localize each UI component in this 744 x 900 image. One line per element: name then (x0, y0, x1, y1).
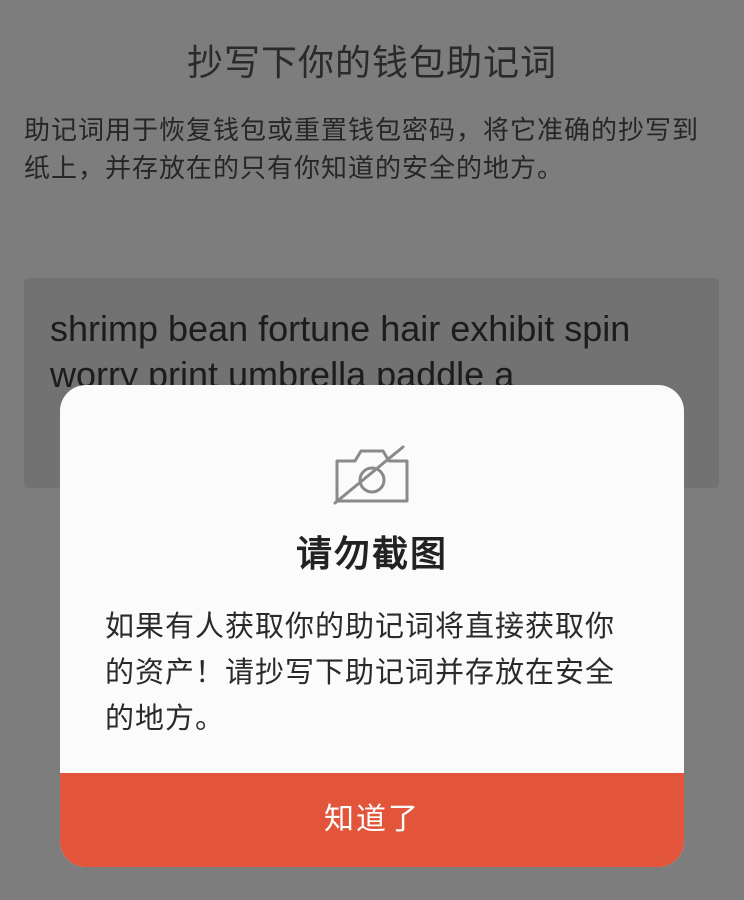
no-camera-icon (333, 445, 409, 505)
screenshot-warning-dialog: 请勿截图 如果有人获取你的助记词将直接获取你的资产！请抄写下助记词并存放在安全的… (60, 385, 684, 867)
page-description: 助记词用于恢复钱包或重置钱包密码，将它准确的抄写到纸上，并存放在的只有你知道的安… (24, 116, 700, 184)
confirm-button[interactable]: 知道了 (60, 773, 684, 867)
dialog-title: 请勿截图 (295, 534, 448, 575)
page-title: 抄写下你的钱包助记词 (186, 43, 557, 84)
dialog-message: 如果有人获取你的助记词将直接获取你的资产！请抄写下助记词并存放在安全的地方。 (105, 609, 616, 735)
